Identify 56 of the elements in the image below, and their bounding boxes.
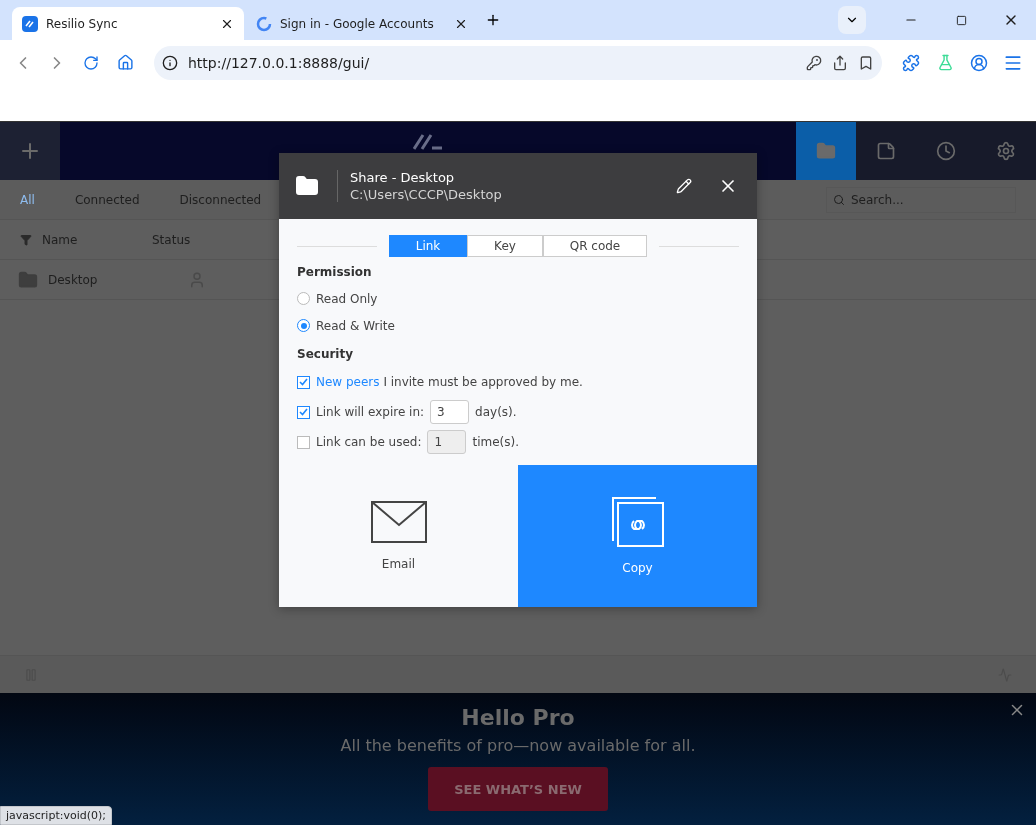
- filter-icon[interactable]: [20, 233, 32, 246]
- filter-tab[interactable]: Connected: [74, 192, 140, 207]
- section-heading: Security: [297, 347, 355, 361]
- share-tab[interactable]: Link: [389, 235, 467, 257]
- filter-tab[interactable]: All: [20, 192, 35, 207]
- note-icon: [876, 141, 896, 161]
- column-header[interactable]: Name: [42, 232, 78, 247]
- dialog-title: Share - Desktop: [350, 170, 456, 185]
- app-logo-icon: [22, 15, 38, 32]
- folder-icon: [18, 269, 38, 290]
- settings-icon: [996, 141, 1016, 161]
- nav-button[interactable]: [976, 122, 1036, 180]
- checkbox[interactable]: [297, 435, 310, 449]
- promo-text: All the benefits of pro—now available for all.: [340, 736, 696, 755]
- number-input[interactable]: 3: [430, 400, 470, 424]
- maximize-icon: [955, 14, 967, 26]
- search-icon: [833, 193, 845, 206]
- share-action-button[interactable]: Email: [279, 465, 518, 607]
- see-whats-new-button[interactable]: SEE WHAT’S NEW: [428, 767, 608, 811]
- address-bar[interactable]: http://127.0.0.1:8888/gui/: [154, 45, 882, 80]
- radio-button[interactable]: [297, 319, 310, 332]
- sync-logo-icon: [413, 134, 443, 150]
- unit-label: time(s).: [472, 435, 520, 449]
- status-url: javascript:void(0);: [0, 806, 112, 825]
- section-heading: Permission: [297, 265, 373, 279]
- checkbox-label: New peers I invite must be approved by me.: [316, 375, 583, 389]
- browser-tab[interactable]: Sign in - Google Accounts: [246, 7, 478, 40]
- new-peers-link[interactable]: New peers: [316, 375, 380, 389]
- checkbox[interactable]: [297, 405, 310, 419]
- checkbox-label: Link can be used:: [316, 435, 422, 449]
- radio-label[interactable]: Read Only: [316, 291, 378, 306]
- column-header[interactable]: Status: [152, 232, 272, 247]
- info-icon[interactable]: [162, 54, 178, 71]
- bookmark-icon[interactable]: [858, 54, 874, 71]
- folder-icon: [295, 174, 319, 198]
- unit-label: day(s).: [475, 405, 517, 419]
- envelope-icon: [370, 501, 427, 543]
- checkbox-label: Link will expire in:: [316, 405, 425, 419]
- radio-button[interactable]: [297, 292, 310, 305]
- nav-button[interactable]: [856, 122, 916, 180]
- browser-tab[interactable]: Resilio Sync: [12, 7, 244, 40]
- share-icon[interactable]: [832, 54, 848, 71]
- key-icon[interactable]: [806, 54, 822, 71]
- checkbox[interactable]: [297, 375, 310, 389]
- radio-label[interactable]: Read & Write: [316, 318, 395, 333]
- share-action-button[interactable]: Copy: [518, 465, 757, 607]
- copy-link-icon: [611, 497, 664, 547]
- folder-icon: [816, 141, 836, 161]
- share-tab[interactable]: QR code: [543, 235, 647, 257]
- search-field[interactable]: Search...: [826, 186, 1016, 213]
- share-tab[interactable]: Key: [467, 235, 543, 257]
- folder-name[interactable]: Desktop: [48, 272, 98, 287]
- filter-tab[interactable]: Disconnected: [179, 192, 262, 207]
- clock-icon: [936, 141, 956, 161]
- promo-title: Hello Pro: [461, 705, 575, 730]
- folder-path: C:\Users\CCCP\Desktop: [350, 187, 503, 202]
